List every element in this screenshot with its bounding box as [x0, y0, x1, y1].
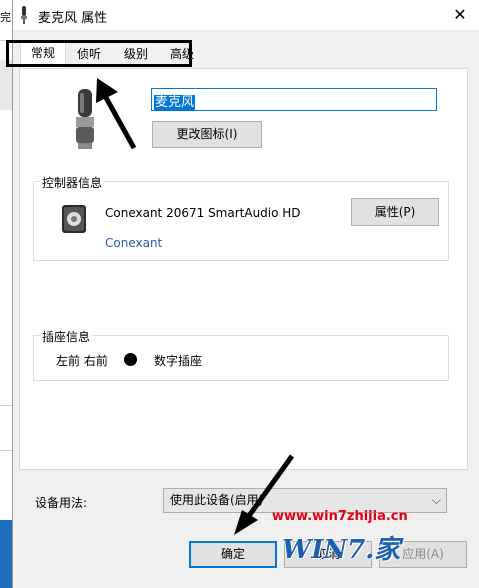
device-name-input[interactable]: 麦克风 — [151, 88, 437, 111]
apply-button[interactable]: 应用(A) — [379, 541, 467, 568]
tab-advanced[interactable]: 高级 — [160, 42, 204, 66]
device-usage-label: 设备用法: — [35, 496, 88, 510]
jack-type: 数字插座 — [154, 354, 203, 368]
background-window-text: 完 — [0, 11, 11, 24]
jack-info-title: 插座信息 — [40, 328, 93, 345]
controller-properties-button[interactable]: 属性(P) — [351, 198, 439, 226]
speaker-icon — [62, 205, 86, 233]
tab-bar: 常规 侦听 级别 高级 — [17, 38, 467, 68]
ok-button[interactable]: 确定 — [189, 541, 277, 568]
window-title: 麦克风 属性 — [38, 11, 108, 26]
cancel-button[interactable]: 取消 — [284, 541, 372, 568]
controller-vendor-link[interactable]: Conexant — [105, 236, 162, 250]
jack-info-group: 插座信息 左前 右前 数字插座 — [33, 328, 449, 381]
controller-name: Conexant 20671 SmartAudio HD — [105, 206, 301, 220]
tab-general[interactable]: 常规 — [20, 40, 66, 68]
microphone-device-icon — [76, 89, 94, 149]
tab-listen[interactable]: 侦听 — [67, 42, 111, 66]
jack-color-dot — [124, 353, 137, 366]
properties-dialog: 麦克风 属性 ✕ 常规 侦听 级别 高级 麦克风 更改图标(I) 控制器信息 C… — [12, 0, 479, 588]
device-usage-select[interactable]: 使用此设备(启用) ⌵ — [163, 488, 447, 513]
device-usage-value: 使用此设备(启用) — [170, 493, 264, 507]
device-name-value: 麦克风 — [154, 95, 196, 110]
controller-info-group: 控制器信息 Conexant 20671 SmartAudio HD Conex… — [33, 174, 449, 261]
chevron-down-icon: ⌵ — [431, 493, 441, 507]
controller-info-title: 控制器信息 — [40, 174, 105, 191]
title-bar[interactable]: 麦克风 属性 ✕ — [13, 0, 479, 30]
tab-levels[interactable]: 级别 — [113, 42, 159, 66]
jack-position: 左前 右前 — [56, 354, 108, 368]
close-button[interactable]: ✕ — [440, 0, 479, 30]
microphone-icon — [21, 6, 27, 24]
general-panel: 麦克风 更改图标(I) 控制器信息 Conexant 20671 SmartAu… — [19, 68, 468, 470]
change-icon-button[interactable]: 更改图标(I) — [152, 121, 262, 148]
